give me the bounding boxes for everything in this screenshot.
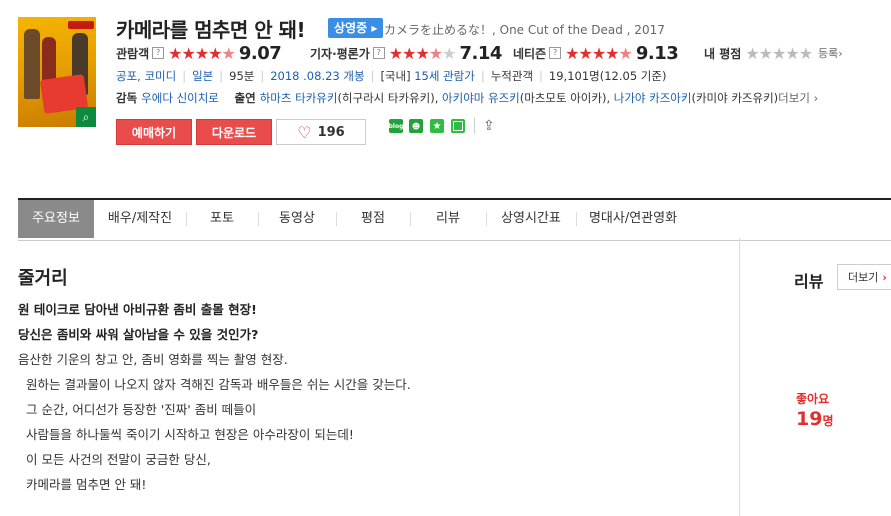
cast-role: (마츠모토 아이카), <box>519 91 611 105</box>
review-like-number: 19 <box>796 408 823 430</box>
review-heading: 리뷰 <box>794 272 824 291</box>
tab-bar: 주요정보 배우/제작진 포토 동영상 평점 리뷰 상영시간표 명대사/연관영화 <box>18 198 891 241</box>
star-rating-input[interactable]: ★★★★★ <box>745 44 813 63</box>
tab-quotes-related[interactable]: 명대사/연관영화 <box>576 200 690 238</box>
heart-icon: ♡ <box>297 122 312 142</box>
my-rating: 내 평점 ★★★★★ 등록› <box>704 43 843 63</box>
summary-heading: 줄거리 <box>18 268 68 289</box>
star-rating-icon: ★★★★★ <box>388 43 457 63</box>
rating-link[interactable]: 15세 관람가 <box>414 69 475 83</box>
review-more-label: 더보기 <box>848 271 879 284</box>
tab-rating[interactable]: 평점 <box>336 200 410 238</box>
help-icon[interactable]: ? <box>549 47 562 59</box>
release-link[interactable]: 2018 .08.23 개봉 <box>270 69 364 83</box>
audience-label: 관람객 <box>116 46 150 61</box>
director-label: 감독 <box>116 91 138 105</box>
cast-link[interactable]: 나가야 카즈아키 <box>614 91 692 105</box>
summary-line: 원하는 결과물이 나오지 않자 격해진 감독과 배우들은 쉬는 시간을 갖는다. <box>26 377 411 392</box>
summary-line: 카메라를 멈추면 안 돼! <box>26 477 147 492</box>
movie-info: 공포, 코미디 | 일본 | 95분 | 2018 .08.23 개봉 | [국내] 15세 관… <box>116 69 667 83</box>
cast-role: (히구라시 타카유키), <box>337 91 439 105</box>
summary-line: 그 순간, 어디선가 등장한 '진짜' 좀비 떼들이 <box>26 402 257 417</box>
cast-link[interactable]: 아키야마 유즈키 <box>442 91 520 105</box>
download-button[interactable]: 다운로드 <box>196 119 272 145</box>
netizen-label: 네티즌 <box>513 46 547 61</box>
poster-figure <box>24 29 40 99</box>
summary-line: 사람들을 하나둘씩 죽이기 시작하고 현장은 아수라장이 되는데! <box>26 427 354 442</box>
review-more-button[interactable]: 더보기 › <box>837 264 891 290</box>
chevron-right-icon: › <box>882 270 887 284</box>
original-title: カメラを止めるな！, One Cut of the Dead , 2017 <box>384 23 665 37</box>
tab-photo[interactable]: 포토 <box>186 200 258 238</box>
share-icon[interactable]: ⇪ <box>483 118 495 134</box>
cast-role: (카미야 카즈유키) <box>691 91 779 105</box>
cast-link[interactable]: 하마츠 타카유키 <box>260 91 338 105</box>
blog-share-icon[interactable]: blog <box>389 119 403 133</box>
director-link[interactable]: 우에다 신이치로 <box>141 91 219 105</box>
rating-prefix: [국내] <box>380 69 411 83</box>
tab-video[interactable]: 동영상 <box>258 200 336 238</box>
poster-banner <box>68 21 94 29</box>
movie-poster[interactable]: ⌕ <box>18 17 96 127</box>
like-button[interactable]: ♡ 196 <box>276 119 366 145</box>
critic-label: 기자·평론가 <box>310 46 370 61</box>
review-like-unit: 명 <box>822 414 834 428</box>
audience-rating: 관람객? ★★★★★ 9.07 <box>116 42 282 64</box>
cafe-share-icon[interactable]: ☻ <box>409 119 423 133</box>
star-rating-icon: ★★★★★ <box>565 43 633 63</box>
band-share-icon[interactable] <box>451 119 465 133</box>
column-divider <box>739 238 740 516</box>
review-like-count: 19명 <box>796 408 834 430</box>
caret-right-icon: ▸ <box>371 21 378 35</box>
tab-main-info[interactable]: 주요정보 <box>18 200 94 238</box>
summary-line: 음산한 기운의 창고 안, 좀비 영화를 찍는 촬영 현장. <box>18 352 288 367</box>
tab-cast-crew[interactable]: 배우/제작진 <box>94 200 186 238</box>
bookmark-share-icon[interactable]: ★ <box>430 119 444 133</box>
summary-line: 이 모든 사건의 전말이 궁금한 당신, <box>26 452 211 467</box>
reserve-button[interactable]: 예매하기 <box>116 119 192 145</box>
like-count: 196 <box>317 124 345 140</box>
attendance-value: 19,101명(12.05 기준) <box>548 69 667 83</box>
divider <box>474 118 475 134</box>
my-rating-label: 내 평점 <box>704 46 742 61</box>
status-badge-label: 상영중 <box>334 21 368 35</box>
review-like-label: 좋아요 <box>796 392 830 406</box>
netizen-score: 9.13 <box>635 42 679 64</box>
critic-score: 7.14 <box>459 42 502 64</box>
audience-score: 9.07 <box>238 42 282 64</box>
runtime: 95분 <box>229 69 255 83</box>
summary-lead: 원 테이크로 담아낸 아비규환 좀비 출몰 현장! <box>18 302 257 317</box>
more-cast-link[interactable]: 더보기 › <box>778 91 818 105</box>
movie-title: 카메라를 멈추면 안 돼! <box>116 18 306 42</box>
status-badge[interactable]: 상영중 ▸ <box>328 18 384 38</box>
attendance-label: 누적관객 <box>490 69 534 83</box>
cast-label: 출연 <box>234 91 256 105</box>
tab-review[interactable]: 리뷰 <box>410 200 486 238</box>
critic-rating: 기자·평론가? ★★★★★ 7.14 <box>310 42 502 64</box>
summary-lead: 당신은 좀비와 싸워 살아남을 수 있을 것인가? <box>18 327 259 342</box>
netizen-rating: 네티즌? ★★★★★ 9.13 <box>513 42 679 64</box>
help-icon[interactable]: ? <box>372 47 385 59</box>
country-link[interactable]: 일본 <box>192 69 213 83</box>
help-icon[interactable]: ? <box>152 47 165 59</box>
tab-showtimes[interactable]: 상영시간표 <box>486 200 576 238</box>
star-rating-icon: ★★★★★ <box>168 43 236 63</box>
genre-link[interactable]: 공포, 코미디 <box>116 69 176 83</box>
magnify-icon[interactable]: ⌕ <box>76 107 96 127</box>
credits: 감독 우에다 신이치로 출연 하마츠 타카유키(히구라시 타카유키), 아키야마 유… <box>116 90 891 106</box>
register-link[interactable]: 등록› <box>818 45 843 61</box>
